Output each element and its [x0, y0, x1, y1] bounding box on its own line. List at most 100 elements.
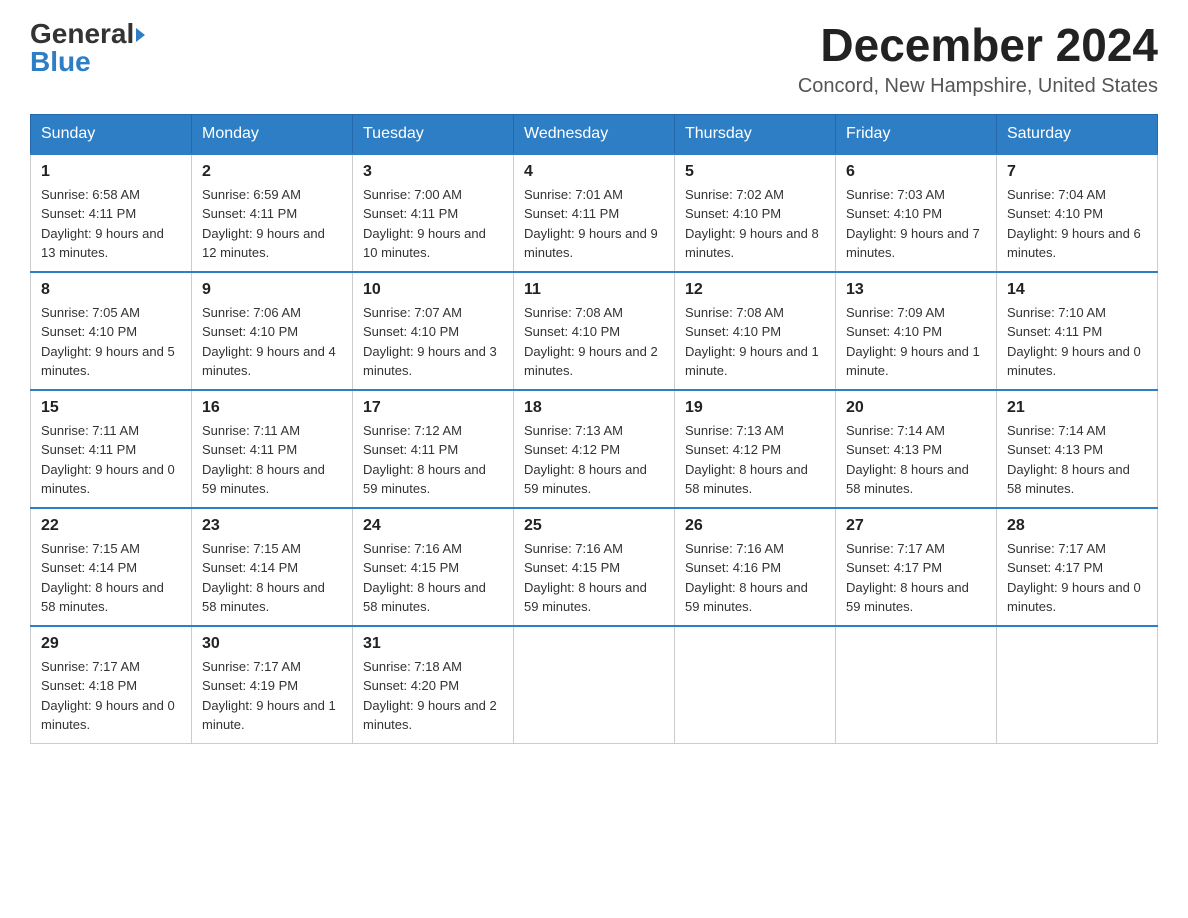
- week-row-5: 29 Sunrise: 7:17 AMSunset: 4:18 PMDayligh…: [31, 626, 1158, 744]
- day-info: Sunrise: 7:05 AMSunset: 4:10 PMDaylight:…: [41, 303, 181, 381]
- calendar-cell: [997, 626, 1158, 744]
- day-header-saturday: Saturday: [997, 114, 1158, 154]
- day-number: 16: [202, 399, 342, 417]
- day-info: Sunrise: 7:16 AMSunset: 4:15 PMDaylight:…: [363, 539, 503, 617]
- calendar-cell: 24 Sunrise: 7:16 AMSunset: 4:15 PMDayligh…: [353, 508, 514, 626]
- day-info: Sunrise: 7:17 AMSunset: 4:17 PMDaylight:…: [846, 539, 986, 617]
- day-number: 25: [524, 517, 664, 535]
- day-number: 12: [685, 281, 825, 299]
- day-info: Sunrise: 7:11 AMSunset: 4:11 PMDaylight:…: [202, 421, 342, 499]
- calendar-cell: 25 Sunrise: 7:16 AMSunset: 4:15 PMDayligh…: [514, 508, 675, 626]
- day-number: 5: [685, 163, 825, 181]
- calendar-cell: 17Sunrise: 7:12 AMSunset: 4:11 PMDayligh…: [353, 390, 514, 508]
- day-number: 26: [685, 517, 825, 535]
- week-row-4: 22 Sunrise: 7:15 AMSunset: 4:14 PMDayligh…: [31, 508, 1158, 626]
- calendar-cell: 19 Sunrise: 7:13 AMSunset: 4:12 PMDayligh…: [675, 390, 836, 508]
- day-info: Sunrise: 7:17 AMSunset: 4:19 PMDaylight:…: [202, 657, 342, 735]
- calendar-header-row: SundayMondayTuesdayWednesdayThursdayFrid…: [31, 114, 1158, 154]
- day-info: Sunrise: 7:18 AMSunset: 4:20 PMDaylight:…: [363, 657, 503, 735]
- day-number: 1: [41, 163, 181, 181]
- calendar-cell: [675, 626, 836, 744]
- day-number: 29: [41, 635, 181, 653]
- day-header-friday: Friday: [836, 114, 997, 154]
- calendar-cell: 7Sunrise: 7:04 AMSunset: 4:10 PMDaylight…: [997, 154, 1158, 272]
- calendar-cell: 28 Sunrise: 7:17 AMSunset: 4:17 PMDayligh…: [997, 508, 1158, 626]
- day-number: 9: [202, 281, 342, 299]
- day-info: Sunrise: 7:07 AMSunset: 4:10 PMDaylight:…: [363, 303, 503, 381]
- day-info: Sunrise: 7:10 AMSunset: 4:11 PMDaylight:…: [1007, 303, 1147, 381]
- logo: General Blue: [30, 20, 145, 76]
- week-row-1: 1Sunrise: 6:58 AMSunset: 4:11 PMDaylight…: [31, 154, 1158, 272]
- month-year-title: December 2024: [798, 20, 1158, 71]
- title-area: December 2024 Concord, New Hampshire, Un…: [798, 20, 1158, 98]
- day-number: 27: [846, 517, 986, 535]
- logo-blue-text: Blue: [30, 48, 91, 76]
- calendar-cell: 27 Sunrise: 7:17 AMSunset: 4:17 PMDayligh…: [836, 508, 997, 626]
- calendar-cell: 11Sunrise: 7:08 AMSunset: 4:10 PMDayligh…: [514, 272, 675, 390]
- day-info: Sunrise: 7:15 AMSunset: 4:14 PMDaylight:…: [202, 539, 342, 617]
- calendar-cell: 15Sunrise: 7:11 AMSunset: 4:11 PMDayligh…: [31, 390, 192, 508]
- calendar-cell: 1Sunrise: 6:58 AMSunset: 4:11 PMDaylight…: [31, 154, 192, 272]
- day-number: 21: [1007, 399, 1147, 417]
- calendar-table: SundayMondayTuesdayWednesdayThursdayFrid…: [30, 114, 1158, 744]
- calendar-cell: 18 Sunrise: 7:13 AMSunset: 4:12 PMDayligh…: [514, 390, 675, 508]
- day-number: 30: [202, 635, 342, 653]
- day-number: 6: [846, 163, 986, 181]
- day-number: 31: [363, 635, 503, 653]
- calendar-cell: 5 Sunrise: 7:02 AMSunset: 4:10 PMDaylight…: [675, 154, 836, 272]
- day-info: Sunrise: 7:17 AMSunset: 4:17 PMDaylight:…: [1007, 539, 1147, 617]
- day-number: 15: [41, 399, 181, 417]
- calendar-cell: 14 Sunrise: 7:10 AMSunset: 4:11 PMDayligh…: [997, 272, 1158, 390]
- day-header-monday: Monday: [192, 114, 353, 154]
- day-info: Sunrise: 7:06 AMSunset: 4:10 PMDaylight:…: [202, 303, 342, 381]
- day-header-sunday: Sunday: [31, 114, 192, 154]
- calendar-cell: [836, 626, 997, 744]
- calendar-cell: 8 Sunrise: 7:05 AMSunset: 4:10 PMDaylight…: [31, 272, 192, 390]
- calendar-cell: 9 Sunrise: 7:06 AMSunset: 4:10 PMDaylight…: [192, 272, 353, 390]
- calendar-cell: 10 Sunrise: 7:07 AMSunset: 4:10 PMDayligh…: [353, 272, 514, 390]
- calendar-cell: 23Sunrise: 7:15 AMSunset: 4:14 PMDayligh…: [192, 508, 353, 626]
- day-header-thursday: Thursday: [675, 114, 836, 154]
- calendar-cell: 30 Sunrise: 7:17 AMSunset: 4:19 PMDayligh…: [192, 626, 353, 744]
- day-number: 28: [1007, 517, 1147, 535]
- calendar-cell: 12 Sunrise: 7:08 AMSunset: 4:10 PMDayligh…: [675, 272, 836, 390]
- week-row-2: 8 Sunrise: 7:05 AMSunset: 4:10 PMDaylight…: [31, 272, 1158, 390]
- day-info: Sunrise: 7:13 AMSunset: 4:12 PMDaylight:…: [524, 421, 664, 499]
- day-info: Sunrise: 7:16 AMSunset: 4:15 PMDaylight:…: [524, 539, 664, 617]
- calendar-cell: [514, 626, 675, 744]
- day-number: 19: [685, 399, 825, 417]
- day-number: 24: [363, 517, 503, 535]
- day-header-tuesday: Tuesday: [353, 114, 514, 154]
- day-number: 8: [41, 281, 181, 299]
- day-number: 4: [524, 163, 664, 181]
- page-header: General Blue December 2024 Concord, New …: [30, 20, 1158, 98]
- day-info: Sunrise: 7:03 AMSunset: 4:10 PMDaylight:…: [846, 185, 986, 263]
- day-info: Sunrise: 7:00 AMSunset: 4:11 PMDaylight:…: [363, 185, 503, 263]
- day-number: 18: [524, 399, 664, 417]
- logo-general-text: General: [30, 20, 134, 48]
- calendar-cell: 20Sunrise: 7:14 AMSunset: 4:13 PMDayligh…: [836, 390, 997, 508]
- calendar-cell: 26 Sunrise: 7:16 AMSunset: 4:16 PMDayligh…: [675, 508, 836, 626]
- calendar-cell: 2Sunrise: 6:59 AMSunset: 4:11 PMDaylight…: [192, 154, 353, 272]
- calendar-cell: 3 Sunrise: 7:00 AMSunset: 4:11 PMDaylight…: [353, 154, 514, 272]
- day-number: 3: [363, 163, 503, 181]
- location-subtitle: Concord, New Hampshire, United States: [798, 75, 1158, 98]
- day-number: 10: [363, 281, 503, 299]
- day-number: 13: [846, 281, 986, 299]
- day-number: 17: [363, 399, 503, 417]
- day-info: Sunrise: 7:16 AMSunset: 4:16 PMDaylight:…: [685, 539, 825, 617]
- calendar-cell: 16 Sunrise: 7:11 AMSunset: 4:11 PMDayligh…: [192, 390, 353, 508]
- day-info: Sunrise: 7:02 AMSunset: 4:10 PMDaylight:…: [685, 185, 825, 263]
- day-info: Sunrise: 7:08 AMSunset: 4:10 PMDaylight:…: [524, 303, 664, 381]
- day-header-wednesday: Wednesday: [514, 114, 675, 154]
- calendar-cell: 31 Sunrise: 7:18 AMSunset: 4:20 PMDayligh…: [353, 626, 514, 744]
- day-info: Sunrise: 7:13 AMSunset: 4:12 PMDaylight:…: [685, 421, 825, 499]
- day-number: 7: [1007, 163, 1147, 181]
- day-info: Sunrise: 7:08 AMSunset: 4:10 PMDaylight:…: [685, 303, 825, 381]
- calendar-cell: 29 Sunrise: 7:17 AMSunset: 4:18 PMDayligh…: [31, 626, 192, 744]
- day-info: Sunrise: 7:17 AMSunset: 4:18 PMDaylight:…: [41, 657, 181, 735]
- day-info: Sunrise: 7:15 AMSunset: 4:14 PMDaylight:…: [41, 539, 181, 617]
- day-number: 14: [1007, 281, 1147, 299]
- day-number: 22: [41, 517, 181, 535]
- day-info: Sunrise: 7:01 AMSunset: 4:11 PMDaylight:…: [524, 185, 664, 263]
